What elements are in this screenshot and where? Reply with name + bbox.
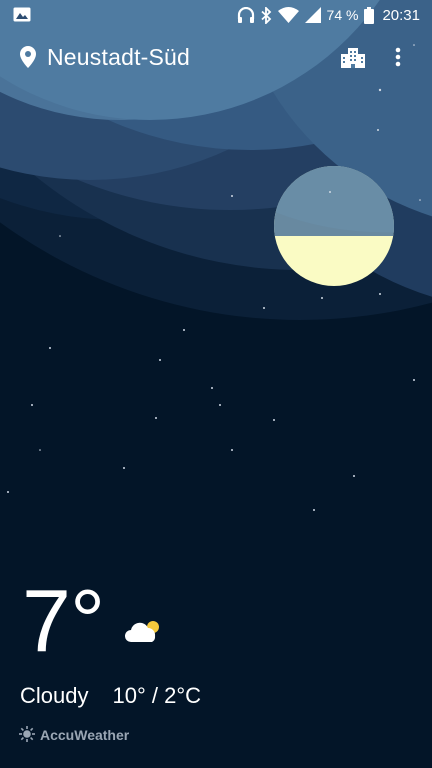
accuweather-link[interactable]: AccuWeather xyxy=(19,725,129,745)
status-icons: 74 % 20:31 xyxy=(237,5,420,25)
condition-row: Cloudy 10° / 2°C xyxy=(20,681,201,711)
app-header: Neustadt-Süd xyxy=(0,38,432,78)
battery-icon xyxy=(364,6,375,24)
weather-screen: 74 % 20:31 Neustadt-Süd 7° Cloudy 10° / … xyxy=(0,0,432,768)
status-bar: 74 % 20:31 xyxy=(0,0,432,30)
battery-percent: 74 % xyxy=(326,7,359,23)
location-name[interactable]: Neustadt-Süd xyxy=(47,44,190,71)
more-vert-icon xyxy=(395,47,401,71)
bluetooth-icon xyxy=(260,6,272,24)
city-buildings-icon xyxy=(341,46,365,72)
more-options-button[interactable] xyxy=(386,44,410,74)
image-icon xyxy=(13,7,31,22)
accuweather-sun-icon xyxy=(19,725,35,745)
clock: 20:31 xyxy=(382,6,420,24)
wifi-icon xyxy=(277,7,299,23)
headphones-icon xyxy=(237,7,255,23)
cellular-signal-icon xyxy=(304,7,321,23)
current-temperature: 7° xyxy=(22,571,105,670)
location-pin-icon xyxy=(19,46,37,68)
condition-text: Cloudy xyxy=(20,683,89,708)
high-low-temperature: 10° / 2°C xyxy=(112,683,202,708)
cloudy-night-icon xyxy=(123,616,163,646)
provider-name: AccuWeather xyxy=(40,727,130,743)
city-management-button[interactable] xyxy=(337,44,369,74)
